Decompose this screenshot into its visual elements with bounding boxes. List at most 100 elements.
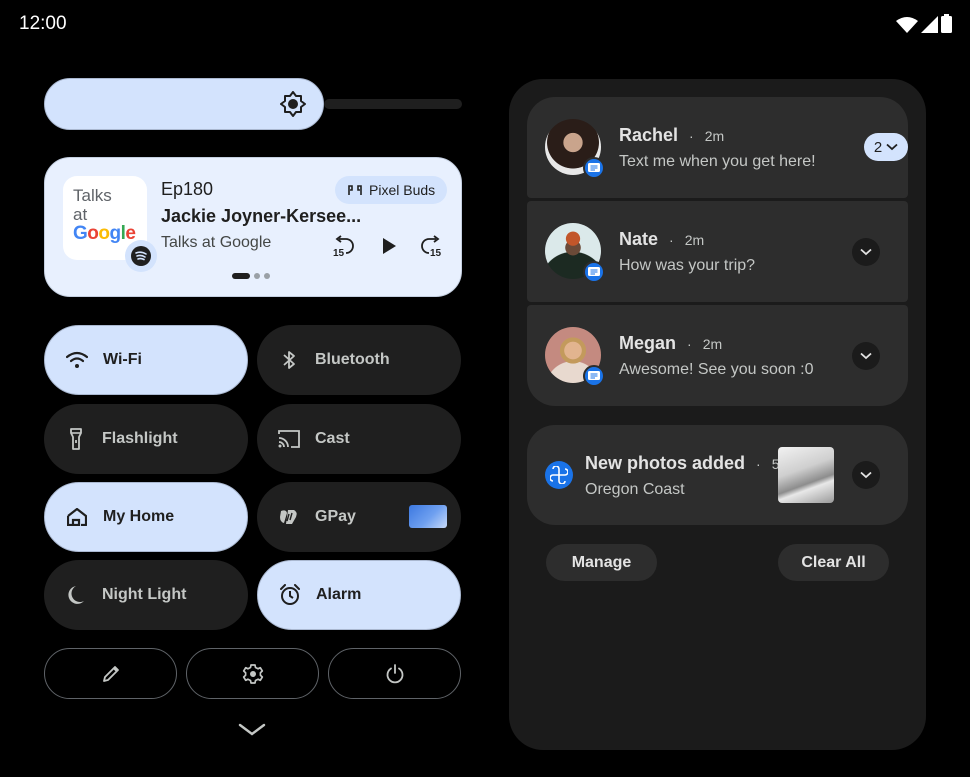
spotify-badge (125, 240, 157, 272)
tile-label: Night Light (102, 586, 187, 603)
notification-shade: Rachel · 2m Text me when you get here! 2… (509, 79, 926, 750)
tile-label: My Home (103, 508, 175, 525)
sender-name: Rachel (619, 125, 679, 145)
output-device-chip[interactable]: Pixel Buds (335, 176, 448, 204)
tile-label: Cast (315, 430, 350, 447)
tile-cast[interactable]: Cast (257, 404, 461, 474)
google-photos-icon (550, 466, 568, 484)
clear-all-button[interactable]: Clear All (778, 544, 889, 581)
power-icon (386, 663, 403, 683)
google-letter: o (87, 223, 99, 244)
alarm-icon (280, 584, 300, 605)
notification-photos[interactable]: New photos added · 5m Oregon Coast (527, 425, 908, 525)
chevron-down-icon (238, 723, 266, 736)
separator-dot: · (669, 232, 674, 248)
photos-title: New photos added (585, 453, 746, 473)
edit-button[interactable] (44, 648, 177, 699)
media-artist: Talks at Google (161, 234, 272, 251)
tile-night-light[interactable]: Night Light (44, 560, 248, 630)
forward-15-icon: 15 (421, 235, 442, 258)
conversation-group: Rachel · 2m Text me when you get here! 2… (527, 97, 908, 406)
chevron-down-icon (886, 143, 898, 151)
tile-wifi[interactable]: Wi-Fi (44, 325, 248, 395)
tile-alarm[interactable]: Alarm (257, 560, 461, 630)
notification-rachel[interactable]: Rachel · 2m Text me when you get here! 2 (527, 97, 908, 198)
notification-time: 2m (702, 336, 723, 352)
edit-icon (102, 665, 119, 682)
earbuds-icon (348, 185, 362, 195)
cast-icon (278, 430, 300, 448)
google-letter: g (109, 223, 122, 244)
notification-megan[interactable]: Megan · 2m Awesome! See you soon :0 (527, 305, 908, 406)
tile-flashlight[interactable]: Flashlight (44, 404, 248, 474)
replay-15-button[interactable]: 15 (331, 234, 355, 258)
brightness-slider[interactable] (44, 78, 462, 130)
notification-message: Awesome! See you soon :0 (619, 361, 814, 378)
wifi-icon (896, 17, 918, 33)
google-logo: Google (73, 224, 137, 244)
tile-bluetooth[interactable]: Bluetooth (257, 325, 461, 395)
replay-15-icon: 15 (333, 235, 354, 258)
tile-label: GPay (315, 508, 356, 525)
cell-signal-icon (921, 16, 938, 33)
messages-icon (588, 267, 600, 276)
notification-message: How was your trip? (619, 257, 756, 274)
status-icons (896, 14, 952, 33)
sender-name: Nate (619, 229, 659, 249)
notification-time: 2m (684, 232, 705, 248)
chevron-down-icon (860, 352, 872, 360)
svg-text:15: 15 (430, 248, 442, 258)
collapse-button[interactable] (238, 722, 266, 743)
page-dot-active (232, 273, 250, 279)
page-dot (254, 273, 260, 279)
google-letter: G (73, 223, 88, 244)
separator-dot: · (687, 336, 692, 352)
expand-button[interactable] (852, 238, 880, 266)
brightness-icon (280, 91, 307, 117)
messages-icon (588, 163, 600, 172)
messages-icon (588, 371, 600, 380)
tile-label: Alarm (316, 586, 362, 603)
album-text-line2: at (73, 205, 88, 224)
spotify-icon (135, 251, 147, 261)
settings-icon (242, 663, 263, 684)
photos-app-badge (545, 461, 573, 489)
manage-button[interactable]: Manage (546, 544, 657, 581)
tile-gpay[interactable]: GPay (257, 482, 461, 552)
forward-15-button[interactable]: 15 (420, 234, 444, 258)
play-button[interactable] (377, 234, 401, 258)
brightness-track[interactable] (324, 99, 462, 109)
payment-card-thumbnail (409, 505, 447, 528)
gpay-icon (280, 510, 297, 524)
notification-sender: Rachel · 2m (619, 125, 724, 146)
tile-label: Flashlight (102, 430, 178, 447)
status-time: 12:00 (19, 13, 67, 34)
notification-time: 2m (704, 128, 725, 144)
messages-badge (583, 365, 605, 387)
media-page-indicator (232, 273, 270, 279)
media-player-card[interactable]: Talks at Google Ep180 Jackie Joyner-Kers… (44, 157, 462, 297)
expand-button[interactable] (852, 461, 880, 489)
google-letter: o (98, 223, 110, 244)
notification-message: Text me when you get here! (619, 153, 816, 170)
expand-button[interactable] (852, 342, 880, 370)
photo-thumbnail (778, 447, 834, 503)
play-icon (383, 238, 396, 254)
moon-icon (68, 586, 84, 604)
power-button[interactable] (328, 648, 461, 699)
tile-my-home[interactable]: My Home (44, 482, 248, 552)
tile-label: Wi-Fi (103, 351, 142, 368)
notification-sender: Megan · 2m (619, 333, 722, 354)
home-icon (67, 508, 87, 526)
sender-name: Megan (619, 333, 677, 353)
message-count-chip[interactable]: 2 (864, 133, 908, 161)
media-title: Jackie Joyner-Kersee... (161, 206, 362, 226)
settings-button[interactable] (186, 648, 319, 699)
wifi-icon (66, 351, 88, 368)
flashlight-icon (70, 428, 82, 450)
notification-subtitle: Oregon Coast (585, 481, 685, 498)
notification-nate[interactable]: Nate · 2m How was your trip? (527, 201, 908, 302)
chevron-down-icon (860, 248, 872, 256)
episode-label: Ep180 (161, 179, 214, 199)
separator-dot: · (756, 456, 761, 472)
